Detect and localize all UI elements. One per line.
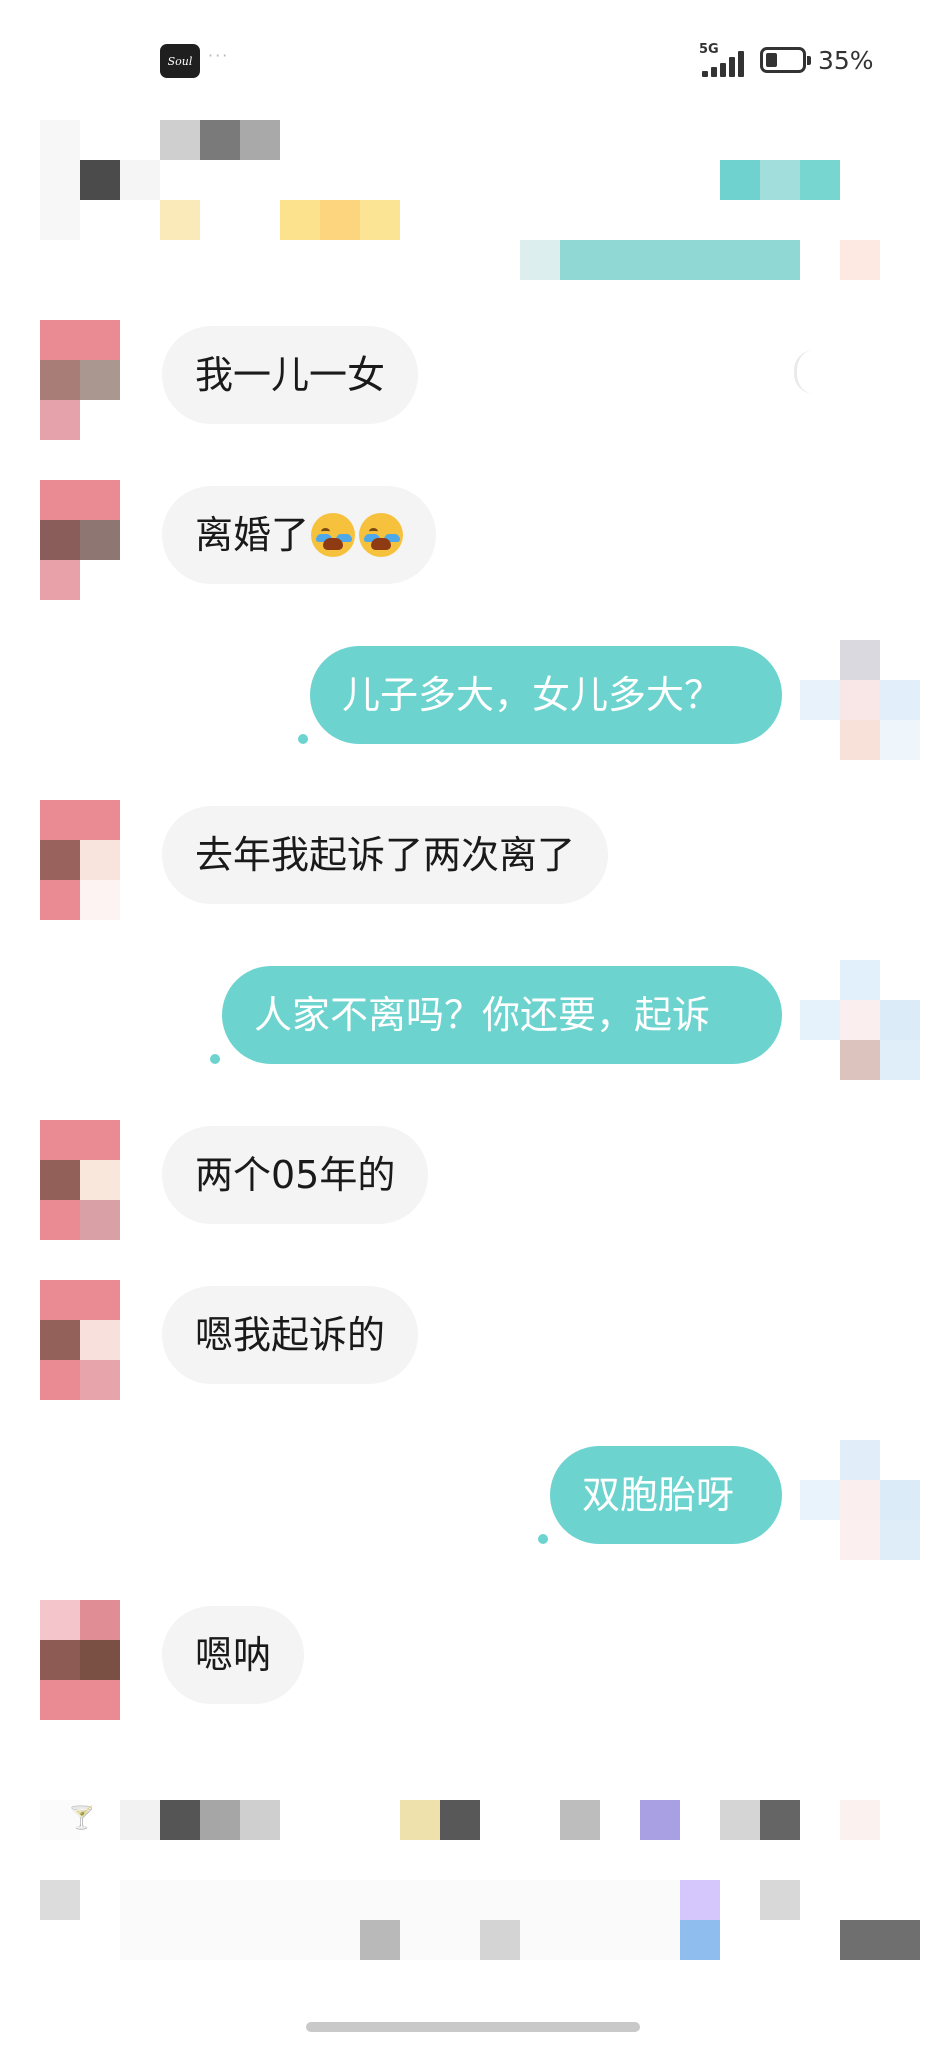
censored-header-name — [160, 120, 400, 240]
loudly-crying-face-icon — [359, 513, 404, 557]
contact-avatar[interactable] — [40, 1120, 120, 1240]
message-bubble-incoming[interactable]: 嗯呐 — [162, 1606, 305, 1704]
battery-percentage: 35% — [818, 46, 874, 75]
contact-avatar[interactable] — [40, 1600, 120, 1720]
status-bar: Soul ··· 5G 35% — [0, 0, 946, 120]
censored-header-action — [520, 160, 880, 280]
message-bubble-outgoing[interactable]: 双胞胎呀 — [550, 1446, 782, 1544]
signal-icon — [700, 49, 750, 77]
self-avatar[interactable] — [800, 640, 920, 760]
loudly-crying-face-icon — [311, 513, 356, 557]
contact-avatar[interactable] — [40, 1280, 120, 1400]
home-indicator[interactable] — [306, 2022, 640, 2032]
read-status-dot — [210, 1054, 220, 1064]
message-bubble-incoming[interactable]: 离婚了 — [162, 486, 437, 584]
contact-avatar[interactable] — [40, 800, 120, 920]
message-text: 离婚了 — [195, 513, 310, 557]
message-bubble-incoming[interactable]: 嗯我起诉的 — [162, 1286, 419, 1384]
message-bubble-outgoing[interactable]: 人家不离吗？你还要，起诉 — [222, 966, 782, 1064]
read-status-dot — [538, 1534, 548, 1544]
cocktail-icon: 🍸 — [68, 1806, 96, 1831]
battery-icon — [760, 47, 811, 73]
self-avatar[interactable] — [800, 960, 920, 1080]
read-status-dot — [298, 734, 308, 744]
self-avatar[interactable] — [800, 1440, 920, 1560]
soul-app-icon: Soul — [160, 44, 200, 78]
battery-level — [766, 53, 777, 67]
censored-side-element — [794, 350, 814, 394]
message-bubble-incoming[interactable]: 去年我起诉了两次离了 — [162, 806, 609, 904]
notification-dots: ··· — [208, 46, 230, 65]
censored-header-avatar — [40, 120, 160, 240]
contact-avatar[interactable] — [40, 480, 120, 600]
message-bubble-incoming[interactable]: 两个05年的 — [162, 1126, 429, 1224]
message-bubble-outgoing[interactable]: 儿子多大，女儿多大？ — [310, 646, 782, 744]
message-bubble-incoming[interactable]: 我一儿一女 — [162, 326, 419, 424]
censored-bottom-bar — [40, 1780, 946, 1960]
contact-avatar[interactable] — [40, 320, 120, 440]
